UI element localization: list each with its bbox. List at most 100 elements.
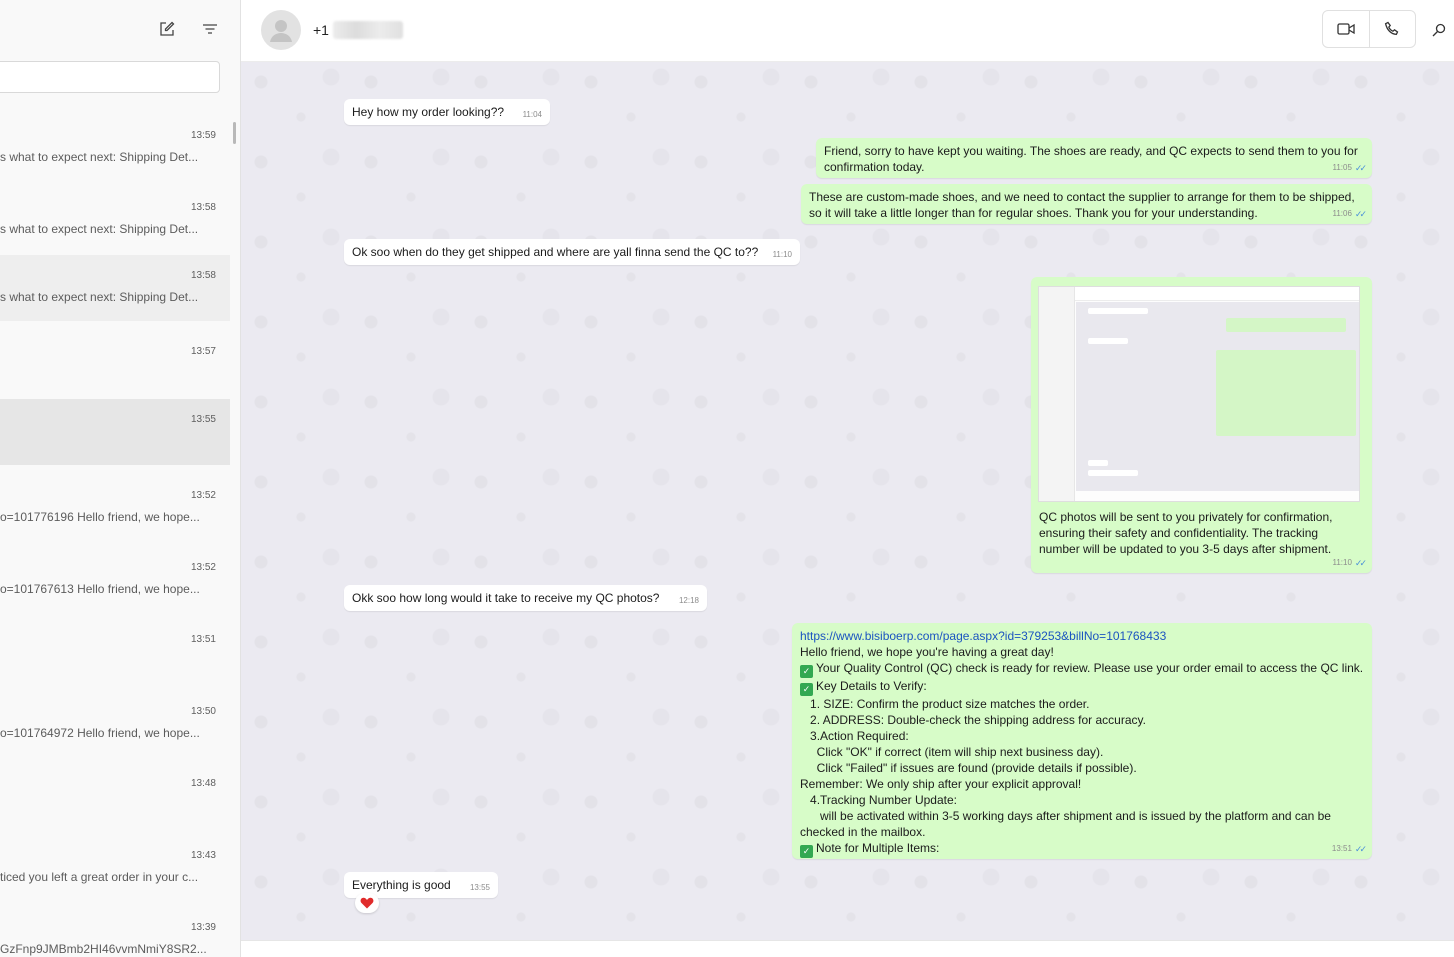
chat-time: 13:50 [190, 706, 216, 717]
message-body: https://www.bisiboerp.com/page.aspx?id=3… [800, 628, 1364, 858]
video-call-icon [1337, 23, 1355, 35]
search-icon [1432, 23, 1446, 37]
filter-icon[interactable] [199, 18, 221, 40]
incoming-message[interactable]: Ok soo when do they get shipped and wher… [344, 239, 800, 265]
chat-preview: s what to expect next: Shipping Det... [0, 150, 199, 164]
message-line: Remember: We only ship after your explic… [800, 777, 1082, 791]
chat-preview: GzFnp9JMBmb2HI46vvmNmiY8SR2... [0, 942, 207, 956]
read-ticks-icon: ✓✓ [1354, 209, 1367, 219]
chat-list-item[interactable]: 13:58 s what to expect next: Shipping De… [0, 192, 230, 258]
thumbnail-bubble [1216, 350, 1356, 436]
qc-link[interactable]: https://www.bisiboerp.com/page.aspx?id=3… [800, 629, 1166, 643]
thumbnail-header [1075, 287, 1359, 301]
new-chat-icon[interactable] [156, 18, 178, 40]
chat-list-item[interactable]: 13:58 s what to expect next: Shipping De… [0, 255, 230, 321]
chat-search-field[interactable] [0, 61, 220, 93]
message-line: Click "OK" if correct (item will ship ne… [800, 745, 1104, 759]
outgoing-message[interactable]: https://www.bisiboerp.com/page.aspx?id=3… [792, 623, 1372, 859]
message-line: Hello friend, we hope you're having a gr… [800, 645, 1054, 659]
read-ticks-icon: ✓✓ [1354, 844, 1367, 854]
search-in-chat-button[interactable] [1429, 20, 1449, 40]
chat-time: 13:59 [190, 130, 216, 141]
message-meta: 12:18 [679, 593, 699, 609]
message-meta: 13:51 ✓✓ [1331, 841, 1367, 857]
chat-list-item[interactable]: 13:50 o=101764972 Hello friend, we hope.… [0, 696, 230, 762]
message-time: 11:10 [772, 250, 792, 259]
message-meta: 11:05 ✓✓ [1332, 160, 1367, 176]
message-line: 1. SIZE: Confirm the product size matche… [800, 697, 1090, 711]
contact-phone-prefix: +1 [313, 22, 329, 38]
voice-call-button[interactable] [1368, 11, 1416, 47]
chat-list-item[interactable]: 13:57 [0, 336, 230, 402]
incoming-message[interactable]: Hey how my order looking?? 11:04 [344, 99, 550, 125]
outgoing-message[interactable]: These are custom-made shoes, and we need… [801, 184, 1372, 224]
chat-search-input[interactable] [0, 62, 219, 92]
message-text: Hey how my order looking?? [352, 105, 505, 119]
chat-list-item[interactable]: 13:43 ticed you left a great order in yo… [0, 840, 230, 906]
thumbnail-chat [1076, 302, 1359, 491]
message-line: Your Quality Control (QC) check is ready… [816, 661, 1364, 675]
chat-time: 13:48 [190, 778, 216, 789]
message-list[interactable]: Hey how my order looking?? 11:04 Friend,… [241, 62, 1454, 940]
chat-list-sidebar: 13:59 s what to expect next: Shipping De… [0, 0, 241, 957]
message-time: 13:55 [469, 883, 490, 892]
contact-name[interactable]: +1 [313, 21, 403, 39]
thumbnail-sidebar [1039, 287, 1075, 501]
chat-time: 13:58 [190, 202, 216, 213]
message-meta: 11:10 [773, 247, 792, 263]
message-time: 12:18 [678, 596, 699, 605]
message-composer[interactable] [241, 940, 1454, 957]
message-meta: 11:04 [523, 107, 542, 123]
message-text: Friend, sorry to have kept you waiting. … [824, 144, 1362, 174]
incoming-message[interactable]: Okk soo how long would it take to receiv… [344, 585, 707, 611]
chat-list-item[interactable]: 13:59 s what to expect next: Shipping De… [0, 120, 230, 186]
outgoing-message[interactable]: Friend, sorry to have kept you waiting. … [816, 138, 1372, 178]
message-time: 11:10 [1332, 558, 1352, 567]
redacted-phone-number [332, 21, 403, 39]
red-heart-icon [360, 897, 374, 909]
outgoing-image-message[interactable]: QC photos will be sent to you privately … [1031, 277, 1372, 573]
thumbnail-bubble [1088, 308, 1148, 314]
default-avatar-icon [270, 20, 292, 42]
chat-time: 13:52 [190, 490, 216, 501]
chat-list-item[interactable]: 13:52 o=101776196 Hello friend, we hope.… [0, 480, 230, 546]
chat-time: 13:43 [190, 850, 216, 861]
message-line: checked in the mailbox. [800, 825, 926, 839]
chat-list-item[interactable]: 13:48 [0, 768, 230, 834]
message-text: These are custom-made shoes, and we need… [809, 190, 1358, 220]
image-caption: QC photos will be sent to you privately … [1039, 510, 1336, 556]
screenshot-thumbnail[interactable] [1038, 286, 1360, 502]
chat-preview: o=101767613 Hello friend, we hope... [0, 582, 200, 596]
thumbnail-bubble [1226, 318, 1346, 332]
check-mark-icon: ✓ [800, 683, 813, 696]
message-reaction[interactable] [355, 893, 379, 913]
message-line: 3.Action Required: [800, 729, 909, 743]
read-ticks-icon: ✓✓ [1354, 558, 1367, 568]
video-call-button[interactable] [1323, 11, 1369, 47]
message-time: 11:06 [1332, 209, 1352, 218]
message-time: 13:51 [1331, 844, 1352, 853]
read-ticks-icon: ✓✓ [1354, 163, 1367, 173]
chat-list-item[interactable]: 13:51 [0, 624, 230, 690]
chat-list-item[interactable]: 13:52 o=101767613 Hello friend, we hope.… [0, 552, 230, 618]
thumbnail-bubble [1088, 338, 1128, 344]
chat-preview: ticed you left a great order in your c..… [0, 870, 199, 884]
message-time: 11:04 [522, 110, 542, 119]
message-meta: 11:10 ✓✓ [1332, 555, 1367, 571]
chat-list-item-active[interactable]: 13:55 [0, 399, 230, 465]
chat-time: 13:55 [190, 414, 216, 425]
chat-preview: s what to expect next: Shipping Det... [0, 222, 199, 236]
thumbnail-bubble [1088, 470, 1138, 476]
message-text: Ok soo when do they get shipped and wher… [352, 245, 759, 259]
conversation-header: +1 [241, 0, 1454, 62]
chat-list-item[interactable]: 13:39 GzFnp9JMBmb2HI46vvmNmiY8SR2... [0, 912, 230, 957]
avatar[interactable] [261, 10, 301, 50]
chat-preview: s what to expect next: Shipping Det... [0, 290, 199, 304]
message-line: 4.Tracking Number Update: [800, 793, 957, 807]
chat-time: 13:51 [190, 634, 216, 645]
chat-preview: o=101776196 Hello friend, we hope... [0, 510, 200, 524]
message-line: Click "Failed" if issues are found (prov… [800, 761, 1137, 775]
message-meta: 11:06 ✓✓ [1332, 206, 1367, 222]
message-text: Okk soo how long would it take to receiv… [352, 591, 660, 605]
sidebar-scrollbar[interactable] [233, 122, 236, 144]
